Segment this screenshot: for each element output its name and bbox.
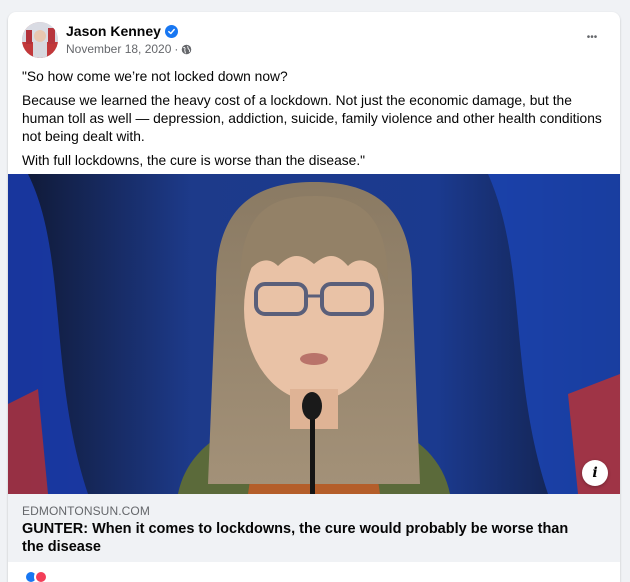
post-date[interactable]: November 18, 2020	[66, 42, 171, 56]
info-icon[interactable]: i	[582, 460, 608, 486]
post-header: Jason Kenney November 18, 2020 · •••	[8, 12, 620, 70]
link-title[interactable]: GUNTER: When it comes to lockdowns, the …	[22, 520, 582, 556]
post-paragraph-3: With full lockdowns, the cure is worse t…	[22, 153, 366, 168]
author-avatar[interactable]	[22, 22, 58, 58]
more-options-icon[interactable]: •••	[578, 28, 606, 48]
reaction-icons[interactable]	[24, 570, 48, 582]
link-domain: EDMONTONSUN.COM	[22, 504, 150, 518]
meta-separator: ·	[174, 42, 179, 56]
more-options-label: •••	[586, 32, 598, 43]
link-preview-caption[interactable]: EDMONTONSUN.COM GUNTER: When it comes to…	[8, 494, 620, 562]
verified-badge-icon	[164, 24, 178, 38]
link-preview-image[interactable]: i	[8, 174, 620, 494]
post-paragraph-2: Because we learned the heavy cost of a l…	[22, 93, 602, 144]
post-meta: November 18, 2020 ·	[66, 42, 192, 56]
avatar-image	[22, 22, 58, 58]
post-card: Jason Kenney November 18, 2020 · ••• "So…	[8, 12, 620, 582]
love-reaction-icon	[34, 570, 48, 582]
info-icon-label: i	[592, 465, 598, 481]
post-paragraph-1: "So how come we’re not locked down now?	[22, 69, 288, 84]
press-photo	[8, 174, 620, 494]
globe-icon[interactable]	[181, 44, 192, 55]
author-name[interactable]: Jason Kenney	[66, 23, 178, 39]
post-body: "So how come we’re not locked down now? …	[22, 68, 612, 176]
author-name-text[interactable]: Jason Kenney	[66, 23, 161, 39]
